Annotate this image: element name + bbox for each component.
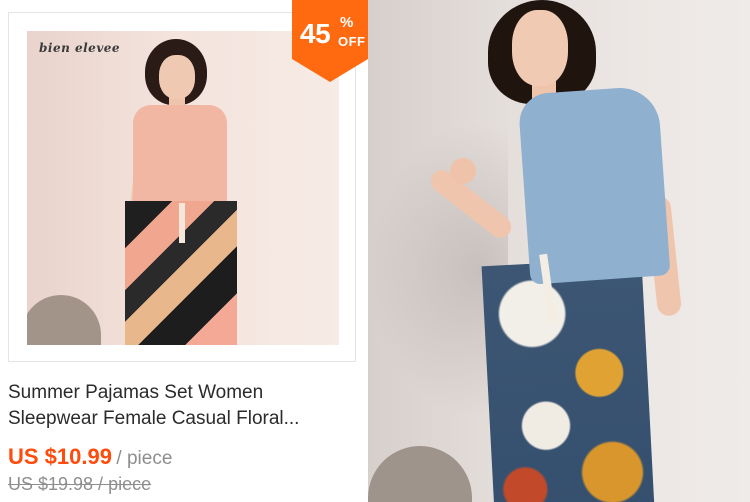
product-photo: bien elevee bbox=[27, 31, 339, 345]
percent-sign: % bbox=[340, 14, 354, 31]
product-title-line: Sleepwear Female Casual Floral... bbox=[8, 408, 300, 429]
product-card[interactable]: bien elevee 45 % OFF Summer Pajamas Set … bbox=[0, 0, 368, 502]
price-row: US $10.99 / piece bbox=[8, 444, 172, 470]
sale-price: US $10.99 bbox=[8, 444, 112, 469]
model-face bbox=[159, 55, 195, 99]
ottoman bbox=[368, 446, 472, 502]
ottoman bbox=[27, 295, 101, 345]
model-hand bbox=[450, 158, 476, 184]
product-lifestyle-image[interactable] bbox=[368, 0, 750, 502]
brand-logo: bien elevee bbox=[39, 41, 121, 55]
drawstring bbox=[179, 203, 185, 243]
original-price: US $19.98 / piece bbox=[8, 474, 152, 494]
price-unit: / piece bbox=[116, 448, 173, 469]
discount-value: 45 bbox=[300, 18, 331, 49]
off-label: OFF bbox=[338, 34, 366, 49]
crane-print-pants bbox=[481, 257, 655, 502]
product-title-link[interactable]: Summer Pajamas Set Women Sleepwear Femal… bbox=[8, 380, 360, 432]
pink-tshirt bbox=[133, 105, 227, 209]
model-face bbox=[512, 10, 568, 86]
product-title-line: Summer Pajamas Set Women bbox=[8, 382, 264, 403]
